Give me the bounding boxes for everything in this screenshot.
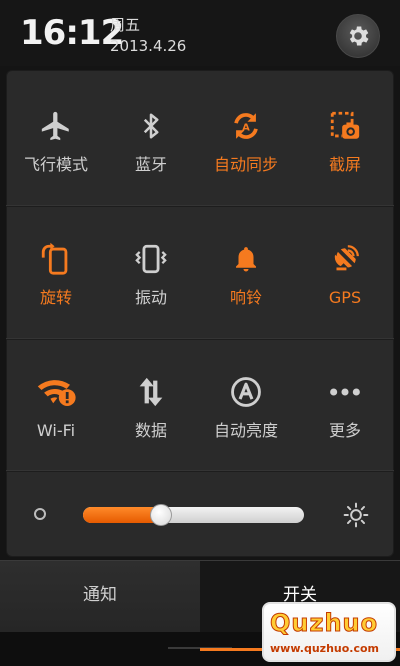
toggle-more[interactable]: 更多 — [297, 374, 393, 450]
wifi-icon — [37, 380, 76, 406]
toggle-label: 振动 — [134, 288, 167, 307]
bluetooth-icon — [143, 113, 159, 139]
tab-label: 通知 — [83, 585, 117, 605]
vibrate-icon — [135, 244, 167, 274]
toggle-rotate[interactable]: 旋转 — [8, 241, 104, 317]
airplane-icon — [41, 111, 69, 141]
toggle-auto-sync[interactable]: A 自动同步 — [198, 108, 294, 184]
auto-brightness-icon — [231, 377, 261, 407]
gps-icon — [334, 245, 359, 271]
toggle-label: 自动同步 — [213, 155, 278, 174]
data-icon — [139, 377, 163, 407]
brightness-slider[interactable] — [83, 507, 304, 523]
toggle-label: 飞行模式 — [23, 155, 88, 174]
toggle-label: 自动亮度 — [213, 421, 278, 440]
row-divider — [6, 338, 394, 340]
brightness-slider-thumb[interactable] — [150, 504, 172, 526]
toggle-label: GPS — [328, 288, 362, 307]
toggle-auto-brightness[interactable]: 自动亮度 — [198, 374, 294, 450]
toggle-gps[interactable]: GPS — [297, 241, 393, 317]
sync-icon: A — [234, 113, 258, 139]
screenshot-icon — [330, 111, 360, 139]
toggle-label: 更多 — [328, 421, 361, 440]
toggle-label: Wi-Fi — [36, 421, 76, 440]
date: 2013.4.26 — [110, 37, 187, 55]
brightness-low-icon — [34, 508, 46, 520]
toggle-label: 数据 — [134, 421, 167, 440]
svg-text:A: A — [242, 122, 250, 133]
toggle-mobile-data[interactable]: 数据 — [103, 374, 199, 450]
toggle-ringer[interactable]: 响铃 — [198, 241, 294, 317]
rotate-icon — [41, 242, 68, 275]
bell-icon — [236, 247, 256, 272]
toggle-screenshot[interactable]: 截屏 — [297, 108, 393, 184]
watermark-text: Quzhuo — [269, 609, 379, 638]
toggle-label: 响铃 — [229, 288, 262, 307]
toggle-vibrate[interactable]: 振动 — [103, 241, 199, 317]
toggle-airplane-mode[interactable]: 飞行模式 — [8, 108, 104, 184]
toggle-label: 截屏 — [328, 155, 361, 174]
weekday: 周五 — [110, 16, 141, 34]
status-bar: 16:12 周五 2013.4.26 — [0, 0, 400, 66]
gear-icon — [349, 26, 369, 46]
toggle-label: 旋转 — [39, 288, 72, 307]
row-divider — [6, 205, 394, 207]
tab-notifications[interactable]: 通知 — [0, 561, 200, 633]
watermark-logo: Quzhuo www.quzhuo.com — [262, 602, 396, 662]
toggle-wifi[interactable]: Wi-Fi — [8, 374, 104, 450]
watermark-url: www.quzhuo.com — [270, 642, 380, 655]
toggle-label: 蓝牙 — [134, 155, 167, 174]
clock: 16:12 — [20, 13, 124, 53]
settings-button[interactable] — [336, 14, 380, 58]
toggle-bluetooth[interactable]: 蓝牙 — [103, 108, 199, 184]
more-icon — [330, 388, 360, 396]
row-divider — [6, 470, 394, 472]
brightness-high-icon — [343, 502, 369, 528]
